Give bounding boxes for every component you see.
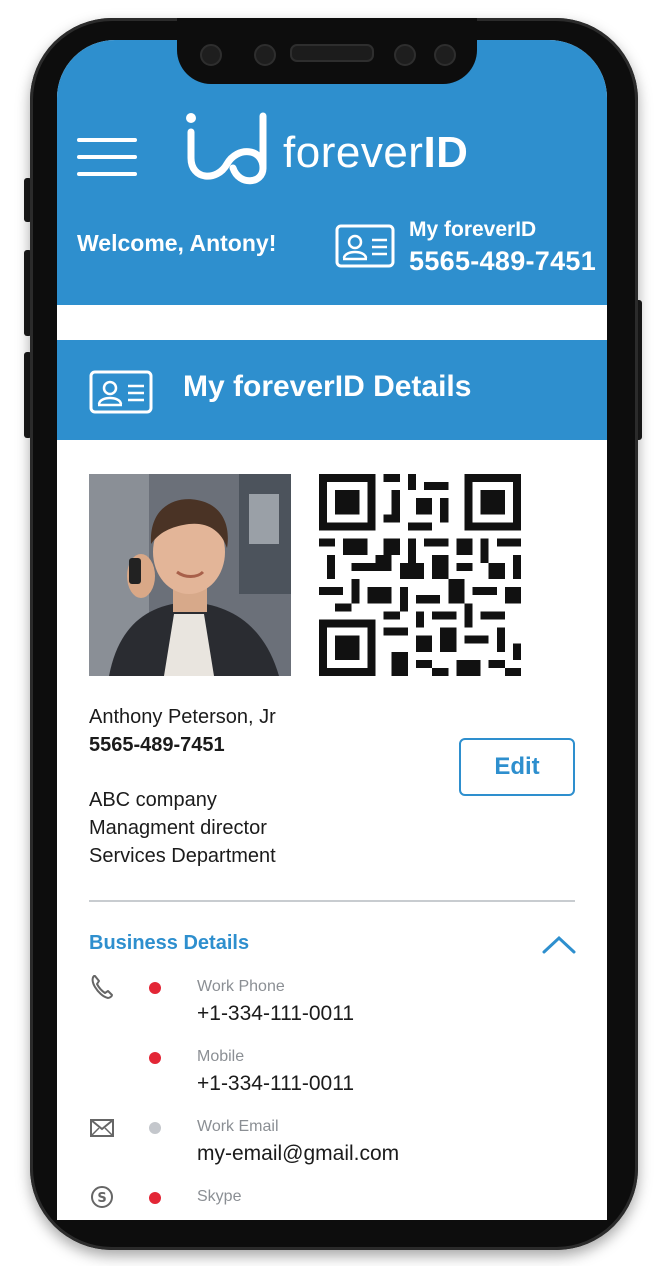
qr-code xyxy=(319,474,521,676)
skype-icon: S xyxy=(91,1186,113,1208)
welcome-text: Welcome, Antony! xyxy=(77,230,277,256)
work-email-label: Work Email xyxy=(197,1118,279,1135)
mobile-value[interactable]: +1-334-111-0011 xyxy=(197,1072,354,1096)
my-id-label: My foreverID xyxy=(409,218,537,241)
status-dot xyxy=(149,1052,161,1064)
menu-icon[interactable] xyxy=(77,138,137,176)
profile-company-block: ABC company Managment director Services … xyxy=(89,786,276,870)
work-email-value[interactable]: my-email@gmail.com xyxy=(197,1142,399,1166)
my-id-number: 5565-489-7451 xyxy=(409,246,597,276)
edit-button[interactable]: Edit xyxy=(459,738,575,796)
svg-text:S: S xyxy=(97,1191,106,1206)
details-section-header: My foreverID Details xyxy=(57,340,607,440)
speaker-grille xyxy=(290,44,374,62)
foreverid-logo-icon xyxy=(186,112,267,185)
phone-icon xyxy=(91,975,113,999)
sensor-icon xyxy=(394,44,416,66)
work-phone-label: Work Phone xyxy=(197,978,285,995)
front-camera-icon xyxy=(434,44,456,66)
divider xyxy=(89,900,575,902)
company-name: ABC company xyxy=(89,789,217,811)
id-card-icon xyxy=(335,224,395,268)
chevron-up-icon[interactable] xyxy=(541,932,577,956)
envelope-icon xyxy=(90,1119,114,1137)
status-dot xyxy=(149,1122,161,1134)
work-phone-value[interactable]: +1-334-111-0011 xyxy=(197,1002,354,1026)
id-card-icon xyxy=(89,370,153,414)
logo-text: foreverID xyxy=(283,128,469,177)
job-title: Managment director xyxy=(89,817,267,839)
profile-name: Anthony Peterson, Jr xyxy=(89,706,276,728)
status-dot xyxy=(149,1192,161,1204)
skype-label: Skype xyxy=(197,1188,242,1205)
status-dot xyxy=(149,982,161,994)
sensor-icon xyxy=(254,44,276,66)
department: Services Department xyxy=(89,845,276,867)
app-screen: foreverID Welcome, Antony! My foreverID … xyxy=(57,40,607,1220)
business-details-title[interactable]: Business Details xyxy=(89,932,249,955)
profile-id-number: 5565-489-7451 xyxy=(89,734,225,756)
camera-icon xyxy=(200,44,222,66)
mobile-label: Mobile xyxy=(197,1048,245,1065)
section-title: My foreverID Details xyxy=(183,370,472,403)
profile-photo xyxy=(89,474,291,676)
